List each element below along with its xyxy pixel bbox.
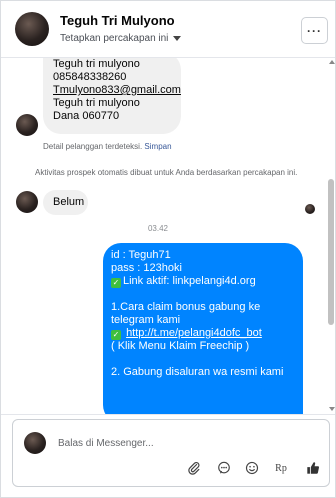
telegram-link[interactable]: http://t.me/pelangi4dofc_bot [126, 327, 262, 339]
customer-detected-note: Detail pelanggan terdeteksi. Simpan [43, 142, 172, 152]
conversation-header: Teguh Tri Mulyono Tetapkan percakapan in… [1, 1, 335, 57]
message-line: Teguh tri mulyono [53, 97, 140, 109]
messenger-icon[interactable] [216, 460, 232, 476]
message-list: Teguh tri mulyono 085848338260 Tmulyono8… [1, 58, 335, 414]
outgoing-message[interactable]: id : Teguh71 pass : 123hoki ✓ Link aktif:… [103, 243, 303, 414]
more-options-button[interactable]: ··· [301, 17, 328, 44]
link-active-text: Link aktif: linkpelangi4d.org [123, 275, 256, 287]
scroll-up-icon[interactable] [329, 60, 335, 64]
reply-composer: Rp [12, 419, 330, 487]
messenger-panel: Teguh Tri Mulyono Tetapkan percakapan in… [0, 0, 336, 498]
message-line: pass : 123hoki [111, 262, 182, 274]
paperclip-icon[interactable] [186, 460, 202, 476]
scrollbar-thumb[interactable] [328, 179, 334, 325]
scrollbar[interactable] [327, 58, 335, 414]
incoming-message-reply[interactable]: Belum [43, 190, 88, 215]
set-conversation-dropdown[interactable]: Tetapkan percakapan ini [60, 32, 182, 46]
header-text: Teguh Tri Mulyono Tetapkan percakapan in… [60, 13, 182, 46]
message-line: Teguh tri mulyono [53, 58, 140, 70]
thumbs-up-icon[interactable] [305, 460, 321, 476]
reply-input[interactable] [58, 432, 278, 454]
email-link[interactable]: Tmulyono833@gmail.com [53, 84, 181, 97]
note-text: Detail pelanggan terdeteksi. [43, 142, 143, 151]
message-line: id : Teguh71 [111, 249, 171, 261]
message-line: 2. Gabung disaluran wa resmi kami [111, 366, 284, 378]
check-mark-icon: ✓ [111, 278, 121, 288]
message-line: Dana 060770 [53, 110, 120, 122]
avatar [16, 191, 38, 213]
timestamp: 03.42 [147, 224, 169, 233]
divider [1, 414, 335, 415]
payment-rp-button[interactable]: Rp [273, 460, 289, 476]
message-line: ✓ Link aktif: linkpelangi4d.org [111, 275, 295, 288]
emoji-icon[interactable] [244, 460, 260, 476]
chevron-down-icon [173, 36, 182, 41]
message-line: 1.Cara claim bonus gabung ke telegram ka… [111, 301, 261, 326]
auto-lead-note: Aktivitas prospek otomatis dibuat untuk … [35, 168, 298, 177]
save-link[interactable]: Simpan [144, 142, 171, 151]
check-mark-icon: ✓ [111, 330, 121, 340]
incoming-message-contact[interactable]: Teguh tri mulyono 085848338260 Tmulyono8… [43, 58, 181, 134]
avatar[interactable] [15, 12, 49, 46]
message-line: ( Klik Menu Klaim Freechip ) [111, 340, 250, 352]
message-line: ✓ http://t.me/pelangi4dofc_bot [111, 327, 295, 340]
seen-avatar [305, 204, 315, 214]
avatar [16, 114, 38, 136]
message-line: 085848338260 [53, 71, 127, 83]
contact-name[interactable]: Teguh Tri Mulyono [60, 13, 181, 29]
set-conversation-label: Tetapkan percakapan ini [60, 32, 169, 44]
scroll-down-icon[interactable] [329, 407, 335, 411]
avatar [24, 432, 46, 454]
